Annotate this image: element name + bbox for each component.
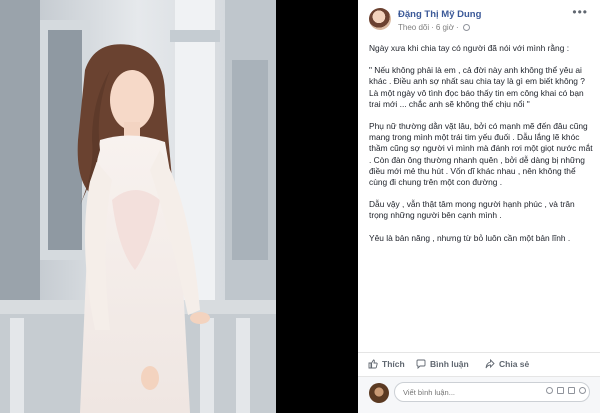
post-meta: Theo dõi · 6 giờ · xyxy=(398,23,470,32)
comment-tools xyxy=(546,387,586,394)
post-paragraph: Yêu là bản năng , nhưng từ bỏ luôn cần m… xyxy=(369,232,571,243)
author-name-link[interactable]: Đặng Thị Mỹ Dung xyxy=(398,9,481,20)
comment-bubble-icon xyxy=(416,359,426,369)
share-button[interactable]: Chia sẻ xyxy=(485,359,529,369)
post-paragraph: " Nếu không phải là em , cả đời này anh … xyxy=(369,65,585,109)
follow-link[interactable]: Theo dõi xyxy=(398,23,429,32)
emoji-icon[interactable] xyxy=(546,387,553,394)
author-avatar[interactable] xyxy=(369,8,391,30)
share-label: Chia sẻ xyxy=(499,359,530,369)
camera-icon[interactable] xyxy=(557,387,564,394)
post-text: Ngày xưa khi chia tay có người đã nói vớ… xyxy=(369,43,594,255)
sticker-icon[interactable] xyxy=(579,387,586,394)
comment-label: Bình luận xyxy=(430,359,469,369)
post-photo[interactable] xyxy=(0,0,276,413)
like-button[interactable]: Thích xyxy=(368,359,405,369)
more-options-icon[interactable]: ••• xyxy=(572,6,588,18)
comment-button[interactable]: Bình luận xyxy=(416,359,469,369)
post-timestamp[interactable]: 6 giờ xyxy=(436,23,454,32)
viewer-avatar xyxy=(369,383,389,403)
post-header: Đặng Thị Mỹ Dung Theo dõi · 6 giờ · ••• xyxy=(358,0,600,40)
lightbox-background xyxy=(276,0,358,413)
post-paragraph: Phụ nữ thường dằn vặt lâu, bởi có mạnh m… xyxy=(369,121,593,188)
post-paragraph: Ngày xưa khi chia tay có người đã nói vớ… xyxy=(369,43,570,53)
post-panel: Đặng Thị Mỹ Dung Theo dõi · 6 giờ · ••• Ngà… xyxy=(358,0,600,413)
globe-icon xyxy=(462,24,470,32)
post-action-bar: Thích Bình luận Chia sẻ xyxy=(358,352,600,377)
woman-photo-image xyxy=(0,0,276,413)
thumbs-up-icon xyxy=(368,359,378,369)
share-arrow-icon xyxy=(485,359,495,369)
like-label: Thích xyxy=(382,359,405,369)
comment-composer xyxy=(358,376,600,413)
post-paragraph: Dẫu vậy , vẫn thật tâm mong người hạnh p… xyxy=(369,199,575,221)
gif-icon[interactable] xyxy=(568,387,575,394)
